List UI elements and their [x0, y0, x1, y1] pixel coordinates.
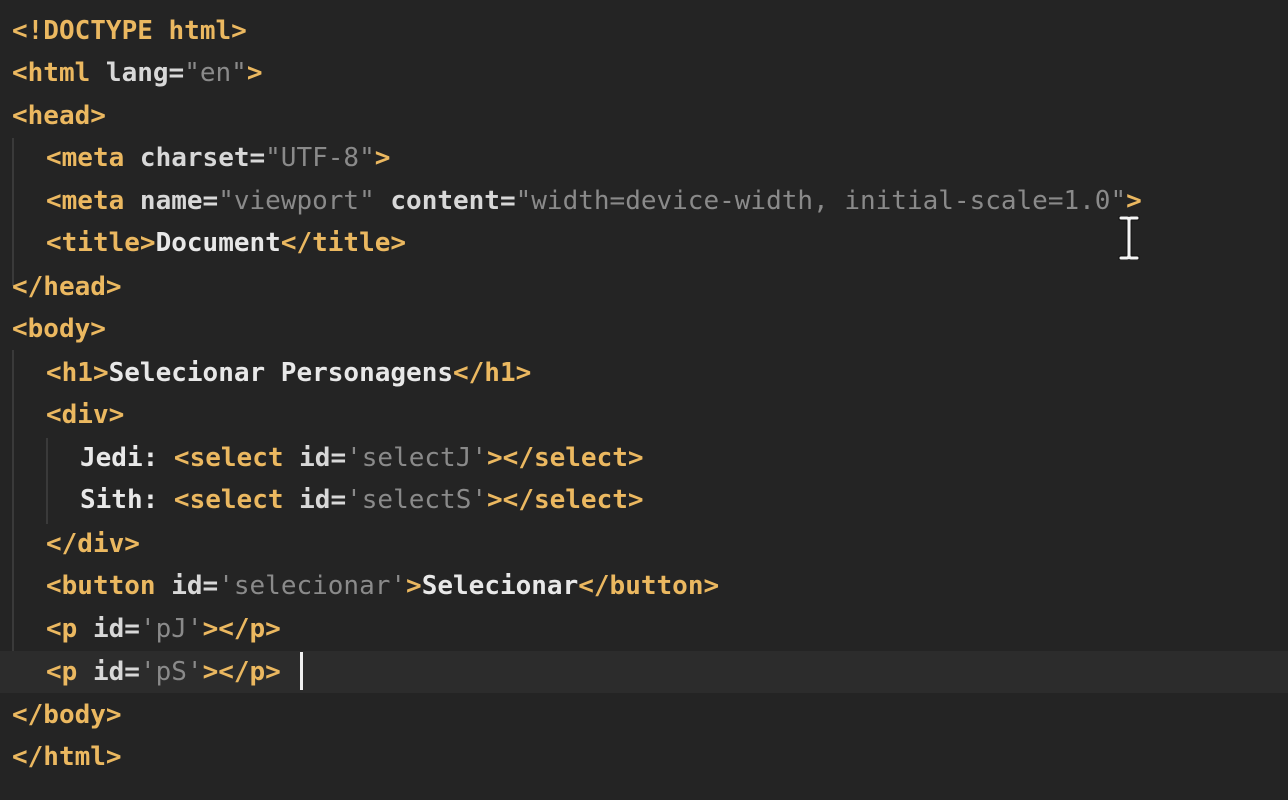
token-str: "width=device-width, initial-scale=1.0": [515, 186, 1127, 216]
code-text: <p id='pS'></p>: [46, 651, 281, 693]
code-line[interactable]: Sith: <select id='selectS'></select>: [0, 479, 1288, 521]
token-tag: <!DOCTYPE html>: [12, 16, 247, 46]
token-tag: >: [246, 58, 263, 88]
code-line[interactable]: </html>: [0, 736, 1288, 778]
token-tag: ></select>: [487, 443, 644, 473]
token-tag: <p: [46, 657, 93, 687]
token-str: "UTF-8": [265, 143, 375, 173]
code-text: <h1>Selecionar Personagens</h1>: [46, 352, 531, 394]
token-tag: <p: [46, 614, 93, 644]
token-tag: <select: [173, 485, 300, 515]
token-tag: ></select>: [487, 485, 644, 515]
token-tag: <h1>: [46, 358, 109, 388]
code-line[interactable]: <title>Document</title>: [0, 222, 1288, 264]
code-text: Jedi: <select id='selectJ'></select>: [80, 437, 644, 479]
token-attr: id=: [299, 443, 347, 473]
code-text: <body>: [12, 308, 106, 350]
code-text: <!DOCTYPE html>: [12, 10, 247, 52]
token-txt: Sith:: [80, 485, 174, 515]
text-cursor-icon: [1118, 216, 1140, 260]
token-str: 'pJ': [139, 614, 203, 644]
token-str: "viewport": [218, 186, 391, 216]
code-text: </html>: [12, 736, 122, 778]
token-tag: </button>: [578, 571, 720, 601]
token-attr: id=: [171, 571, 219, 601]
code-line[interactable]: <body>: [0, 308, 1288, 350]
code-text: <div>: [46, 394, 124, 436]
code-line[interactable]: </div>: [0, 523, 1288, 565]
code-text: Sith: <select id='selectS'></select>: [80, 479, 644, 521]
code-line[interactable]: </head>: [0, 266, 1288, 308]
token-str: 'selectJ': [346, 443, 488, 473]
token-str: 'selectS': [346, 485, 488, 515]
code-line[interactable]: <meta name="viewport" content="width=dev…: [0, 180, 1288, 222]
token-tag: >: [374, 143, 391, 173]
current-code-line[interactable]: <p id='pS'></p>: [0, 651, 1288, 693]
code-line[interactable]: <html lang="en">: [0, 52, 1288, 94]
code-line[interactable]: <h1>Selecionar Personagens</h1>: [0, 352, 1288, 394]
code-text: <button id='selecionar'>Selecionar</butt…: [46, 565, 719, 607]
token-tag: <title>: [46, 228, 156, 258]
token-attr: content=: [390, 186, 516, 216]
text-caret: [300, 652, 303, 690]
code-text: <head>: [12, 95, 106, 137]
token-txt: Document: [155, 228, 281, 258]
code-line[interactable]: <button id='selecionar'>Selecionar</butt…: [0, 565, 1288, 607]
token-tag: <select: [173, 443, 300, 473]
token-txt: Jedi:: [80, 443, 174, 473]
token-tag: >: [406, 571, 422, 601]
code-text: <html lang="en">: [12, 52, 262, 94]
token-txt: Selecionar: [421, 571, 579, 601]
token-tag: <div>: [46, 400, 125, 430]
token-tag: </html>: [12, 742, 122, 772]
code-text: </head>: [12, 266, 122, 308]
token-tag: <html: [12, 58, 106, 88]
token-tag: </div>: [46, 529, 140, 559]
token-attr: id=: [92, 657, 140, 687]
code-text: </body>: [12, 694, 122, 736]
token-str: 'selecionar': [218, 571, 407, 601]
token-str: 'pS': [139, 657, 203, 687]
code-line[interactable]: <!DOCTYPE html>: [0, 10, 1288, 52]
token-tag: <meta: [46, 186, 140, 216]
token-tag: </h1>: [453, 358, 532, 388]
token-tag: </head>: [12, 272, 122, 302]
code-line[interactable]: <meta charset="UTF-8">: [0, 137, 1288, 179]
token-txt: Selecionar Personagens: [108, 358, 453, 388]
token-tag: >: [1126, 186, 1142, 216]
code-editor[interactable]: <!DOCTYPE html> <html lang="en"> <head> <me…: [0, 0, 1288, 800]
token-tag: ></p>: [202, 657, 281, 687]
token-attr: id=: [92, 614, 140, 644]
token-attr: name=: [139, 186, 219, 216]
token-tag: <body>: [12, 314, 106, 344]
token-attr: charset=: [139, 143, 266, 173]
token-tag: <meta: [46, 143, 140, 173]
token-tag: </body>: [12, 700, 122, 730]
code-text: <p id='pJ'></p>: [46, 608, 281, 650]
token-attr: id=: [299, 485, 347, 515]
code-text: <title>Document</title>: [46, 222, 406, 264]
token-tag: <button: [46, 571, 172, 601]
token-str: "en": [184, 58, 247, 88]
code-line[interactable]: <head>: [0, 95, 1288, 137]
code-line[interactable]: </body>: [0, 694, 1288, 736]
token-tag: <head>: [12, 101, 106, 131]
code-line[interactable]: <p id='pJ'></p>: [0, 608, 1288, 650]
code-text: <meta name="viewport" content="width=dev…: [46, 180, 1142, 222]
token-tag: ></p>: [202, 614, 281, 644]
code-line[interactable]: Jedi: <select id='selectJ'></select>: [0, 437, 1288, 479]
token-tag: </title>: [280, 228, 407, 258]
code-text: </div>: [46, 523, 140, 565]
token-attr: lang=: [105, 58, 185, 88]
code-text: <meta charset="UTF-8">: [46, 137, 390, 179]
code-line[interactable]: <div>: [0, 394, 1288, 436]
